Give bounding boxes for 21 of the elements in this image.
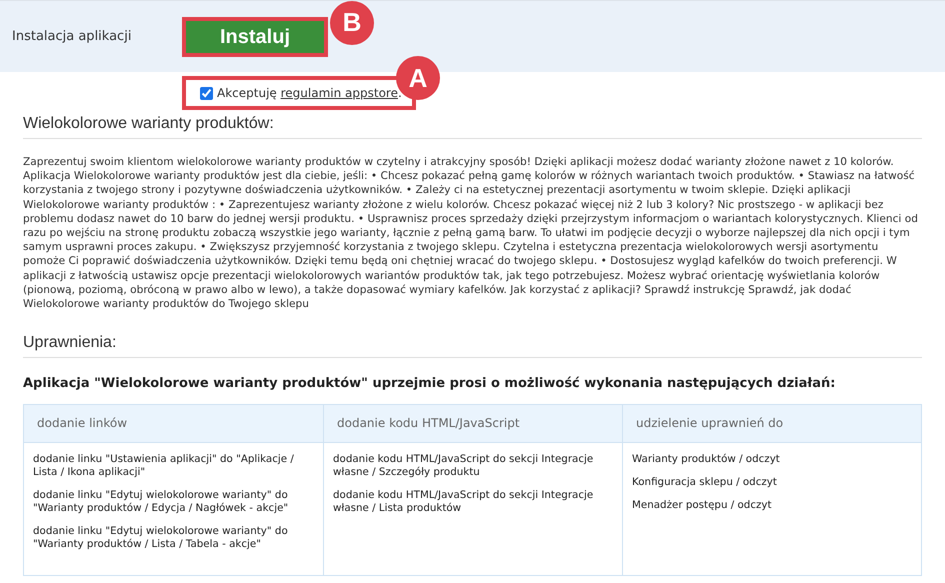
terms-checkbox[interactable]	[200, 86, 213, 100]
terms-link[interactable]: regulamin appstore	[280, 86, 398, 100]
description-text: Zaprezentuj swoim klientom wielokolorowe warianty produktów w czytelny i atrakcyjny sposób! Dzięki aplikacji możesz dodać warianty złożone nawet z 10 kolorów. Aplikacja Wielokolorowe warianty produktów jest dla ciebie, jeśli: • Chcesz pokazać pełną gamę kolorów w różnych wariantach twoich produktów. • Stawiasz na łatwość korzystania z twojego strony i pozytywne doświadczenia użytkowników. • Zależy ci na estetycznej prezentacji asortymentu w twoim sklepie. Dzięki aplikacji Wielokolorowe warianty produktów : • Zaprezentujesz warianty złożone z wielu kolorów. Chcesz pokazać więcej niż 2 lub 3 kolory? Nic prostszego - w aplikacji bez problemu dodasz nawet do 10 barw do jednej wersji produktu. • Usprawnisz proces sprzedaży dzięki przejrzystym informacjom o wariantach kolorystycznych. Klienci od razu po wejściu na stronę produktu zobaczą wszystkie jego warianty, łącznie z pełną gamą barw. To ułatwi im podjęcie decyzji o wyborze najlepszej dla nich opcji i tym samym usprawni proces zakupu. • Zwiększysz przyjemność korzystania z twojego sklepu. Czytelna i estetyczna prezentacja wielokolorowych wersji asortymentu pomoże Ci poprawić doświadczenia użytkowników. Dzięki temu będą oni chętniej wracać do twojego sklepu. • Dostosujesz wygląd kafelków do twoich preferencji. W aplikacji z łatwością ustawisz opcje prezentacji wielokolorowych wariantów produktów tak, jak tego potrzebujesz. Możesz wybrać orientację wyświetlania kolorów (pionową, poziomą, obróconą w prawo albo w lewo), a także dopasować wymiary kafelków. Jak korzystać z aplikacji? Sprawdź instrukcję Sprawdź, jak dodać Wielokolorowe warianty produktów do Twojego sklepu	[23, 155, 919, 312]
permission-item: Menadżer postępu / odczyt	[632, 498, 773, 512]
permission-request: Aplikacja "Wielokolorowe warianty produktów" uprzejmie prosi o możliwość wykonania następujących działań:	[23, 375, 836, 394]
column-header: dodanie linków	[24, 404, 323, 443]
section-heading: Wielokolorowe warianty produktów:	[23, 112, 922, 139]
permission-item: Konfiguracja sklepu / odczyt	[632, 476, 778, 489]
column-header: udzielenie uprawnień do	[623, 404, 921, 443]
column-header: dodanie kodu HTML/JavaScript	[324, 404, 622, 443]
section-heading: Uprawnienia:	[23, 331, 922, 358]
install-label: Instalacja aplikacji	[12, 28, 132, 46]
install-button[interactable]: Instaluj	[182, 16, 328, 56]
permission-item: dodanie linku "Edytuj wielokolorowe warianty" do "Warianty produktów / Lista / Tabela - akcje"	[33, 524, 289, 551]
terms-text: Akceptuję regulamin appstore.	[217, 85, 402, 102]
permission-item: Warianty produktów / odczyt	[632, 452, 781, 466]
permission-item: dodanie linku "Ustawienia aplikacji" do "Aplikacje / Lista / Ikona aplikacji"	[33, 452, 295, 479]
annotation-marker: B	[330, 0, 374, 44]
permission-item: dodanie linku "Edytuj wielokolorowe warianty" do "Warianty produktów / Edycja / Nagłówek - akcje"	[33, 488, 290, 515]
permission-item: dodanie kodu HTML/JavaScript do sekcji Integracje własne / Szczegóły produktu	[333, 452, 594, 479]
permission-item: dodanie kodu HTML/JavaScript do sekcji Integracje własne / Lista produktów	[333, 488, 594, 515]
